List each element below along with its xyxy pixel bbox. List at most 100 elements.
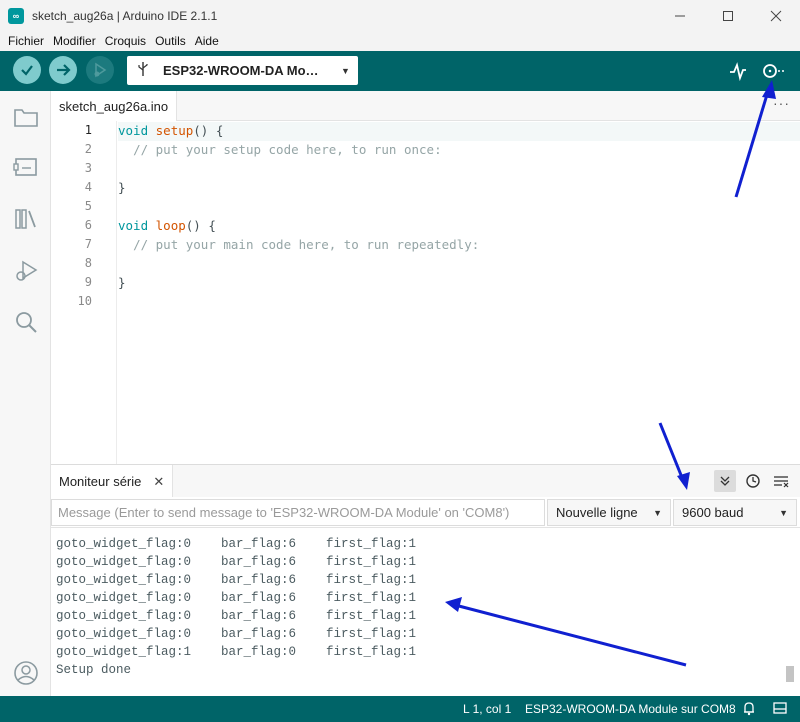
serial-output-line: goto_widget_flag:0 bar_flag:6 first_flag… — [56, 573, 417, 587]
clear-output-button[interactable] — [770, 470, 792, 492]
serial-output-line: goto_widget_flag:0 bar_flag:6 first_flag… — [56, 555, 417, 569]
code-token: void — [118, 123, 149, 138]
search-icon — [16, 312, 37, 333]
close-icon — [770, 10, 782, 21]
menu-fichier[interactable]: Fichier — [8, 34, 44, 48]
serial-monitor-tab-label: Moniteur série — [59, 474, 142, 489]
code-line: } — [118, 180, 126, 195]
code-token: loop — [155, 218, 186, 233]
code-token: setup — [155, 123, 194, 138]
sketchbook-button[interactable] — [12, 103, 40, 131]
toolbar: ESP32-WROOM-DA Mo… ▼ — [0, 51, 800, 91]
serial-output-line: Setup done — [56, 663, 132, 677]
chevron-down-icon: ▼ — [341, 65, 350, 76]
tab-sketch-file[interactable]: sketch_aug26a.ino — [51, 91, 178, 121]
debug-bug-icon — [16, 260, 38, 281]
close-window-button[interactable] — [752, 0, 800, 31]
serial-plotter-icon — [730, 62, 746, 81]
serial-output-line: goto_widget_flag:0 bar_flag:6 first_flag… — [56, 627, 417, 641]
editor-tab-bar: sketch_aug26a.ino ··· — [51, 91, 800, 121]
tab-serial-monitor[interactable]: Moniteur série ✕ — [51, 465, 174, 498]
timestamp-toggle[interactable] — [742, 470, 764, 492]
account-button[interactable] — [12, 659, 40, 687]
library-icon — [15, 209, 36, 229]
line-number: 3 — [84, 161, 92, 175]
line-number: 7 — [84, 237, 92, 251]
board-port-status[interactable]: ESP32-WROOM-DA Module sur COM8 — [525, 702, 736, 716]
menu-bar: Fichier Modifier Croquis Outils Aide — [0, 31, 800, 51]
more-actions-icon[interactable]: ··· — [773, 95, 790, 111]
debug-panel-button[interactable] — [12, 257, 40, 285]
code-line: } — [118, 275, 126, 290]
bell-icon — [744, 702, 754, 716]
boards-manager-button[interactable] — [12, 153, 40, 181]
close-icon[interactable]: ✕ — [153, 474, 164, 490]
code-token: // put your main code here, to run repea… — [133, 237, 480, 252]
code-token: () { — [185, 218, 216, 233]
verify-button[interactable] — [13, 56, 41, 84]
board-icon — [13, 158, 37, 176]
status-bar: L 1, col 1 ESP32-WROOM-DA Module sur COM… — [0, 696, 800, 722]
upload-button[interactable] — [49, 56, 77, 84]
code-editor[interactable]: 1 2 3 4 5 6 7 8 9 10 void setup() { // put your s… — [51, 121, 800, 464]
baud-rate-value: 9600 baud — [682, 505, 744, 520]
menu-croquis[interactable]: Croquis — [105, 34, 146, 48]
chevron-down-icon: ▼ — [779, 507, 788, 518]
code-line: // put your setup code here, to run once… — [118, 142, 442, 157]
toggle-panel-button[interactable] — [772, 700, 788, 719]
debug-icon — [94, 62, 107, 78]
serial-monitor-header: Moniteur série ✕ — [51, 464, 800, 498]
account-icon — [14, 661, 38, 685]
board-selector[interactable]: ESP32-WROOM-DA Mo… ▼ — [127, 56, 358, 85]
code-line: void loop() { — [118, 218, 216, 233]
code-token: } — [118, 275, 126, 290]
line-number: 5 — [84, 199, 92, 213]
clock-icon — [746, 474, 760, 488]
output-scrollbar[interactable] — [786, 666, 794, 682]
serial-output-line: goto_widget_flag:0 bar_flag:6 first_flag… — [56, 591, 417, 605]
line-number: 2 — [84, 142, 92, 156]
library-manager-button[interactable] — [12, 205, 40, 233]
title-bar: ∞ sketch_aug26a | Arduino IDE 2.1.1 — [0, 0, 800, 31]
usb-icon — [137, 61, 157, 80]
line-number: 8 — [84, 256, 92, 270]
menu-outils[interactable]: Outils — [155, 34, 186, 48]
double-chevron-down-icon — [720, 476, 730, 486]
serial-message-input[interactable] — [51, 499, 545, 526]
serial-input-row: Nouvelle ligne ▼ 9600 baud ▼ — [51, 497, 800, 528]
minimize-icon — [675, 15, 685, 16]
serial-monitor-button[interactable] — [760, 59, 784, 83]
menu-aide[interactable]: Aide — [195, 34, 219, 48]
upload-icon — [57, 64, 71, 76]
serial-plotter-button[interactable] — [726, 59, 750, 83]
line-number: 6 — [84, 218, 92, 232]
autoscroll-toggle[interactable] — [714, 470, 736, 492]
window-title: sketch_aug26a | Arduino IDE 2.1.1 — [32, 8, 218, 23]
line-ending-select[interactable]: Nouvelle ligne ▼ — [547, 499, 671, 526]
line-number: 1 — [84, 123, 92, 137]
maximize-icon — [723, 10, 733, 21]
activity-sidebar — [0, 91, 51, 696]
cursor-position[interactable]: L 1, col 1 — [463, 702, 511, 716]
code-token: () { — [193, 123, 224, 138]
line-number: 10 — [77, 294, 92, 308]
baud-rate-select[interactable]: 9600 baud ▼ — [673, 499, 797, 526]
debug-button[interactable] — [86, 56, 114, 84]
minimize-button[interactable] — [656, 0, 704, 31]
maximize-button[interactable] — [704, 0, 752, 31]
search-button[interactable] — [12, 308, 40, 336]
window-controls — [656, 0, 800, 31]
menu-modifier[interactable]: Modifier — [53, 34, 96, 48]
line-number: 4 — [84, 180, 92, 194]
code-token: void — [118, 218, 149, 233]
serial-monitor-icon — [763, 64, 784, 78]
notifications-button[interactable] — [742, 700, 756, 719]
code-token: } — [118, 180, 126, 195]
panel-icon — [773, 702, 787, 714]
verify-icon — [21, 65, 33, 76]
line-ending-value: Nouvelle ligne — [556, 505, 638, 520]
serial-output-line: goto_widget_flag:0 bar_flag:6 first_flag… — [56, 609, 417, 623]
